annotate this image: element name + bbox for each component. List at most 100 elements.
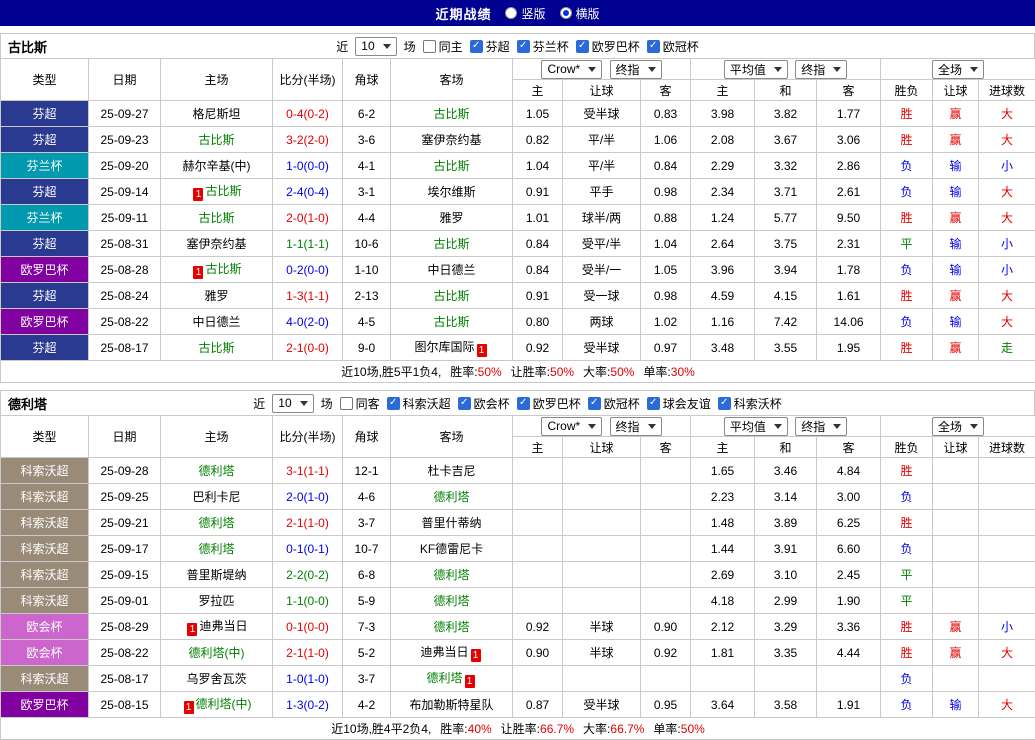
scope-select[interactable]: 全场: [932, 60, 984, 79]
corner-score: 4-5: [343, 309, 391, 335]
home-team-name[interactable]: 普里斯堤纳: [186, 568, 246, 582]
away-team-name[interactable]: 埃尔维斯: [427, 185, 475, 199]
away-team-cell: 古比斯: [391, 231, 513, 257]
league-checkbox[interactable]: ✓欧冠杯: [588, 395, 640, 412]
odds-handicap: 受半球: [563, 101, 641, 127]
layout-radio-vertical[interactable]: 竖版: [505, 5, 545, 22]
checkbox-icon[interactable]: ✓: [647, 40, 660, 53]
home-team-name[interactable]: 雅罗: [204, 289, 228, 303]
checkbox-icon[interactable]: ✓: [387, 397, 400, 410]
league-checkbox[interactable]: ✓科索沃超: [387, 395, 451, 412]
bookmaker-select-value: Crow*: [547, 62, 580, 76]
away-team-name[interactable]: 古比斯: [433, 289, 469, 303]
checkbox-icon[interactable]: [340, 397, 353, 410]
home-team-name[interactable]: 德利塔: [198, 542, 234, 556]
home-team-name[interactable]: 迪弗当日: [199, 619, 247, 633]
league-checkbox[interactable]: ✓芬兰杯: [517, 38, 569, 55]
league-checkbox[interactable]: ✓欧会杯: [458, 395, 510, 412]
table-row: 欧会杯25-08-291迪弗当日0-1(0-0)7-3德利塔0.92半球0.90…: [1, 614, 1035, 640]
home-team-name[interactable]: 德利塔: [198, 464, 234, 478]
away-team-name[interactable]: 德利塔: [433, 620, 469, 634]
away-team-name[interactable]: 图尔库国际: [414, 340, 474, 354]
league-checkbox[interactable]: ✓欧罗巴杯: [576, 38, 640, 55]
league-checkbox[interactable]: ✓欧冠杯: [647, 38, 699, 55]
final-odds-select[interactable]: 终指: [610, 417, 662, 436]
away-team-name[interactable]: 古比斯: [433, 237, 469, 251]
home-team-name[interactable]: 塞伊奈约基: [186, 237, 246, 251]
checkbox-icon[interactable]: ✓: [588, 397, 601, 410]
home-team-name[interactable]: 中日德兰: [192, 315, 240, 329]
league-checkbox[interactable]: ✓欧罗巴杯: [517, 395, 581, 412]
handicap-result-cell: 输: [933, 257, 979, 283]
home-team-name[interactable]: 古比斯: [198, 341, 234, 355]
odds-handicap: 平/半: [563, 127, 641, 153]
checkbox-icon[interactable]: [423, 40, 436, 53]
home-team-name[interactable]: 古比斯: [198, 211, 234, 225]
checkbox-icon[interactable]: ✓: [517, 40, 530, 53]
away-team-name[interactable]: 杜卡吉尼: [427, 464, 475, 478]
away-team-name[interactable]: 雅罗: [439, 211, 463, 225]
away-team-name[interactable]: 中日德兰: [427, 263, 475, 277]
away-team-name[interactable]: 古比斯: [433, 107, 469, 121]
match-count-select[interactable]: 10: [272, 394, 313, 413]
avg-home-odds: 2.69: [691, 562, 755, 588]
league-checkbox[interactable]: ✓科索沃杯: [718, 395, 782, 412]
away-team-name[interactable]: 塞伊奈约基: [421, 133, 481, 147]
bookmaker-select[interactable]: Crow*: [541, 417, 602, 436]
odds-handicap: [563, 510, 641, 536]
result-cell: 负: [881, 309, 933, 335]
home-team-name[interactable]: 古比斯: [205, 262, 241, 276]
bookmaker-select[interactable]: Crow*: [541, 60, 602, 79]
home-team-name[interactable]: 德利塔(中): [189, 646, 245, 660]
home-team-name[interactable]: 德利塔: [198, 516, 234, 530]
away-team-name[interactable]: 古比斯: [433, 159, 469, 173]
avg-final-odds-select[interactable]: 终指: [795, 60, 847, 79]
away-team-cell: 古比斯: [391, 101, 513, 127]
results-table: 类型 日期 主场 比分(半场) 角球 客场 Crow* 终指 平均值 终指 全场: [0, 58, 1035, 383]
checkbox-icon[interactable]: ✓: [647, 397, 660, 410]
home-team-name[interactable]: 巴利卡尼: [192, 490, 240, 504]
home-team-name[interactable]: 古比斯: [198, 133, 234, 147]
final-odds-select[interactable]: 终指: [610, 60, 662, 79]
handicap-result-cell: 赢: [933, 335, 979, 361]
home-team-name[interactable]: 格尼斯坦: [192, 107, 240, 121]
away-team-name[interactable]: 德利塔: [433, 594, 469, 608]
away-team-name[interactable]: 布加勒斯特星队: [409, 698, 493, 712]
odds-away: 0.92: [641, 640, 691, 666]
away-team-name[interactable]: 迪弗当日: [420, 645, 468, 659]
away-team-name[interactable]: 古比斯: [433, 315, 469, 329]
home-team-name[interactable]: 罗拉匹: [198, 594, 234, 608]
radio-selected-icon[interactable]: [560, 7, 572, 19]
avg-away-odds: 6.60: [817, 536, 881, 562]
checkbox-icon[interactable]: ✓: [470, 40, 483, 53]
layout-radio-horizontal[interactable]: 横版: [560, 5, 600, 22]
radio-unselected-icon[interactable]: [505, 7, 517, 19]
away-team-name[interactable]: 普里什蒂纳: [421, 516, 481, 530]
league-checkbox[interactable]: ✓芬超: [470, 38, 510, 55]
odds-home: 0.84: [513, 257, 563, 283]
avg-final-odds-select[interactable]: 终指: [795, 417, 847, 436]
match-count-select[interactable]: 10: [355, 37, 396, 56]
same-venue-checkbox[interactable]: 同主: [423, 38, 463, 55]
home-team-name[interactable]: 赫尔辛基(中): [183, 159, 251, 173]
average-select[interactable]: 平均值: [724, 60, 788, 79]
checkbox-icon[interactable]: ✓: [517, 397, 530, 410]
same-venue-checkbox[interactable]: 同客: [340, 395, 380, 412]
checkbox-icon[interactable]: ✓: [458, 397, 471, 410]
checkbox-icon[interactable]: ✓: [718, 397, 731, 410]
away-team-name[interactable]: 德利塔: [426, 671, 462, 685]
average-select[interactable]: 平均值: [724, 417, 788, 436]
away-team-name[interactable]: 德利塔: [433, 568, 469, 582]
home-team-name[interactable]: 古比斯: [205, 184, 241, 198]
checkbox-icon[interactable]: ✓: [576, 40, 589, 53]
scope-select[interactable]: 全场: [932, 417, 984, 436]
away-team-name[interactable]: KF德雷尼卡: [420, 542, 483, 556]
table-row: 科索沃超25-09-17德利塔0-1(0-1)10-7KF德雷尼卡1.443.9…: [1, 536, 1035, 562]
goals-result-cell: 小: [979, 231, 1035, 257]
league-badge: 欧罗巴杯: [1, 692, 89, 718]
away-team-name[interactable]: 德利塔: [433, 490, 469, 504]
same-venue-checkbox-label: 同主: [439, 38, 463, 55]
home-team-name[interactable]: 乌罗舍瓦茨: [186, 672, 246, 686]
league-checkbox[interactable]: ✓球会友谊: [647, 395, 711, 412]
home-team-name[interactable]: 德利塔(中): [196, 697, 252, 711]
